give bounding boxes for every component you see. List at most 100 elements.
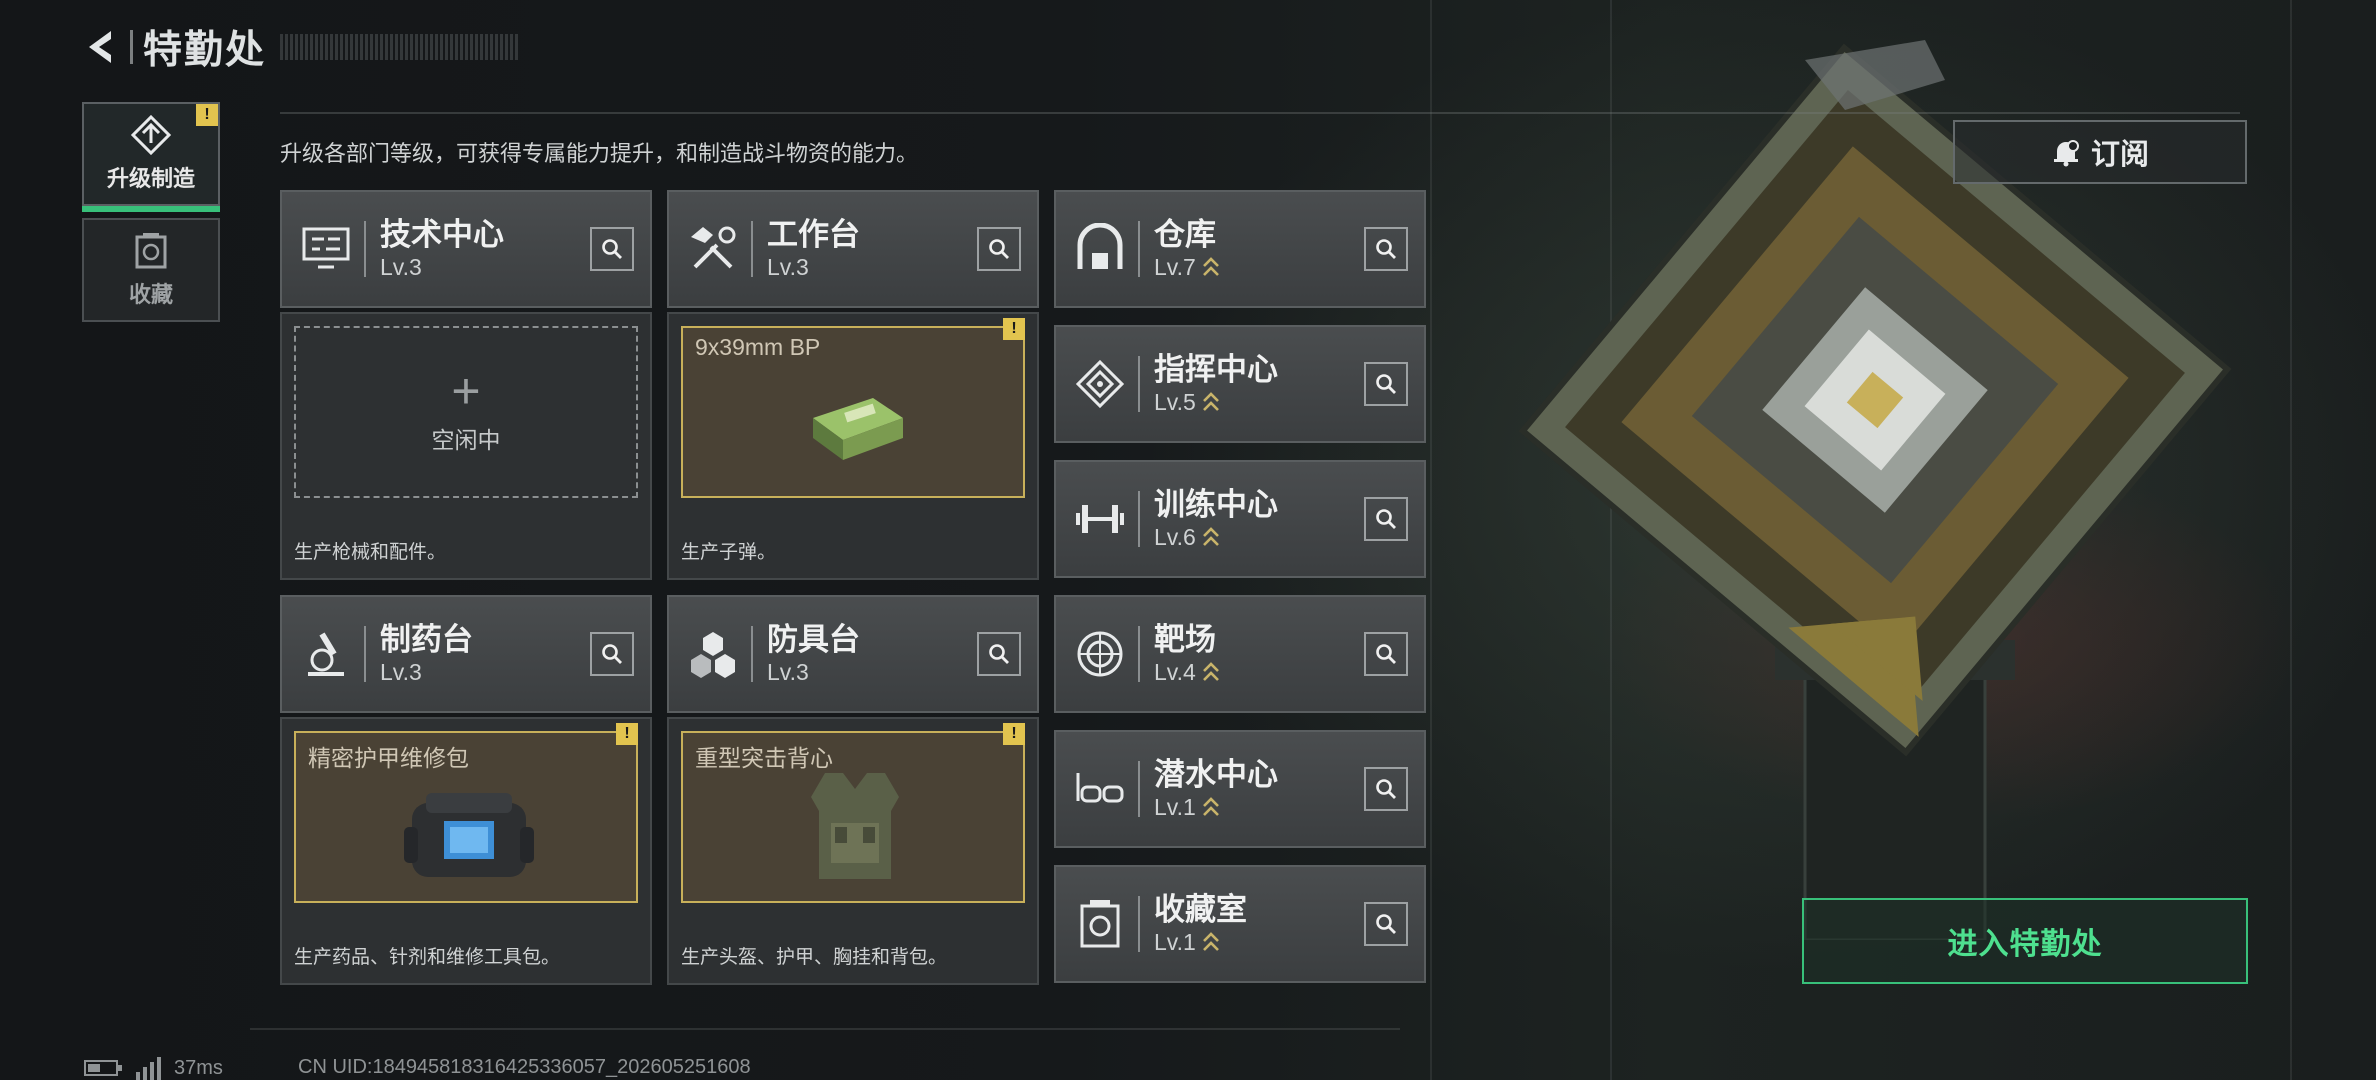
tab-upgrade-craft[interactable]: ! 升级制造 xyxy=(82,102,220,212)
search-icon xyxy=(989,644,1009,664)
search-button[interactable] xyxy=(1364,632,1408,676)
dept-level: Lv.3 xyxy=(767,659,809,685)
ping-value: 37ms xyxy=(174,1056,223,1079)
search-icon xyxy=(1376,239,1396,259)
search-button[interactable] xyxy=(1364,767,1408,811)
notice-badge: ! xyxy=(1003,723,1025,745)
production-slot[interactable]: ! 9x39mm BP xyxy=(681,318,1025,498)
production-item-name: 精密护甲维修包 xyxy=(308,745,469,771)
dept-card-tech-center[interactable]: 技术中心 Lv.3 xyxy=(280,190,652,308)
search-button[interactable] xyxy=(1364,497,1408,541)
search-button[interactable] xyxy=(1364,902,1408,946)
production-slot[interactable]: ! 精密护甲维修包 xyxy=(294,723,638,903)
warehouse-icon xyxy=(1070,219,1130,279)
workbench-tools-icon xyxy=(683,219,743,279)
search-icon xyxy=(602,239,622,259)
production-desc: 生产药品、针剂和维修工具包。 xyxy=(294,947,561,968)
dept-card-diving-center[interactable]: 潜水中心 Lv.1 xyxy=(1054,730,1426,848)
dumbbell-icon xyxy=(1070,489,1130,549)
search-button[interactable] xyxy=(977,227,1021,271)
sidebar: ! 升级制造 收藏 xyxy=(82,102,220,334)
back-button[interactable] xyxy=(80,26,122,68)
dept-card-shooting-range[interactable]: 靶场 Lv.4 xyxy=(1054,595,1426,713)
header-divider xyxy=(280,112,2240,114)
dept-level: Lv.4 xyxy=(1154,659,1196,685)
page-header: 特勤处 xyxy=(80,22,521,72)
battery-icon xyxy=(84,1060,122,1076)
upgrade-arrow-icon xyxy=(1202,797,1219,816)
search-icon xyxy=(1376,644,1396,664)
search-icon xyxy=(1376,779,1396,799)
search-button[interactable] xyxy=(590,632,634,676)
card-separator xyxy=(751,221,753,277)
upgrade-craft-icon xyxy=(130,115,172,155)
tab-label: 升级制造 xyxy=(106,166,195,191)
tab-label: 收藏 xyxy=(128,282,173,307)
dept-name: 潜水中心 xyxy=(1154,757,1278,792)
search-button[interactable] xyxy=(1364,227,1408,271)
enter-special-ops-button[interactable]: 进入特勤处 xyxy=(1802,898,2248,984)
dept-card-workbench[interactable]: 工作台 Lv.3 xyxy=(667,190,1039,308)
dept-card-warehouse[interactable]: 仓库 Lv.7 xyxy=(1054,190,1426,308)
search-icon xyxy=(989,239,1009,259)
dept-card-armor-bench[interactable]: 防具台 Lv.3 xyxy=(667,595,1039,713)
search-button[interactable] xyxy=(590,227,634,271)
dept-name: 收藏室 xyxy=(1154,892,1247,927)
dept-name: 仓库 xyxy=(1154,217,1216,252)
search-icon xyxy=(1376,914,1396,934)
back-arrow-icon xyxy=(89,31,111,63)
empty-production-slot[interactable]: + 空闲中 xyxy=(294,326,638,498)
target-icon xyxy=(1070,624,1130,684)
idle-label: 空闲中 xyxy=(431,427,501,453)
title-decoration xyxy=(280,34,521,60)
dept-name: 训练中心 xyxy=(1154,487,1278,522)
production-desc: 生产头盔、护甲、胸挂和背包。 xyxy=(681,947,948,968)
card-separator xyxy=(364,626,366,682)
dept-name: 制药台 xyxy=(380,622,473,657)
dept-card-collection-room[interactable]: 收藏室 Lv.1 xyxy=(1054,865,1426,983)
dept-level: Lv.7 xyxy=(1154,254,1196,280)
search-button[interactable] xyxy=(1364,362,1408,406)
command-center-icon xyxy=(1070,354,1130,414)
dept-name: 靶场 xyxy=(1154,622,1216,657)
production-slot[interactable]: ! 重型突击背心 xyxy=(681,723,1025,903)
production-panel-pharmacy: ! 精密护甲维修包 生产药品、针剂和维修工具包。 xyxy=(280,717,652,985)
subscribe-button[interactable]: 订阅 xyxy=(1953,120,2247,184)
dept-name: 指挥中心 xyxy=(1154,352,1278,387)
dept-card-training-center[interactable]: 训练中心 Lv.6 xyxy=(1054,460,1426,578)
card-separator xyxy=(1138,761,1140,817)
collection-icon xyxy=(135,233,167,269)
card-separator xyxy=(1138,491,1140,547)
search-icon xyxy=(1376,374,1396,394)
enter-label: 进入特勤处 xyxy=(1947,928,2103,961)
dept-card-command-center[interactable]: 指挥中心 Lv.5 xyxy=(1054,325,1426,443)
search-button[interactable] xyxy=(977,632,1021,676)
card-separator xyxy=(1138,896,1140,952)
dept-card-pharmacy[interactable]: 制药台 Lv.3 xyxy=(280,595,652,713)
card-separator xyxy=(1138,221,1140,277)
upgrade-arrow-icon xyxy=(1202,662,1219,681)
footer-divider xyxy=(250,1028,1400,1030)
production-panel-armor-bench: ! 重型突击背心 生产头盔、护甲、胸挂和背包。 xyxy=(667,717,1039,985)
page-subtitle: 升级各部门等级，可获得专属能力提升，和制造战斗物资的能力。 xyxy=(280,141,919,166)
search-icon xyxy=(602,644,622,664)
production-desc: 生产枪械和配件。 xyxy=(294,542,447,563)
signal-icon xyxy=(136,1057,161,1080)
tab-collection[interactable]: 收藏 xyxy=(82,218,220,322)
dept-name: 技术中心 xyxy=(380,217,504,252)
dept-level: Lv.1 xyxy=(1154,929,1196,955)
production-item-name: 9x39mm BP xyxy=(695,334,821,360)
card-separator xyxy=(1138,356,1140,412)
status-bar: 37ms xyxy=(84,1056,223,1080)
dept-name: 工作台 xyxy=(767,217,860,252)
dept-level: Lv.5 xyxy=(1154,389,1196,415)
notice-badge: ! xyxy=(1003,318,1025,340)
card-separator xyxy=(751,626,753,682)
production-panel-workbench: ! 9x39mm BP 生产子弹。 xyxy=(667,312,1039,580)
page-title: 特勤处 xyxy=(143,29,267,72)
notice-badge: ! xyxy=(616,723,638,745)
vest-icon xyxy=(811,773,899,879)
dept-name: 防具台 xyxy=(767,622,860,657)
upgrade-arrow-icon xyxy=(1202,392,1219,411)
tech-center-icon xyxy=(296,219,356,279)
